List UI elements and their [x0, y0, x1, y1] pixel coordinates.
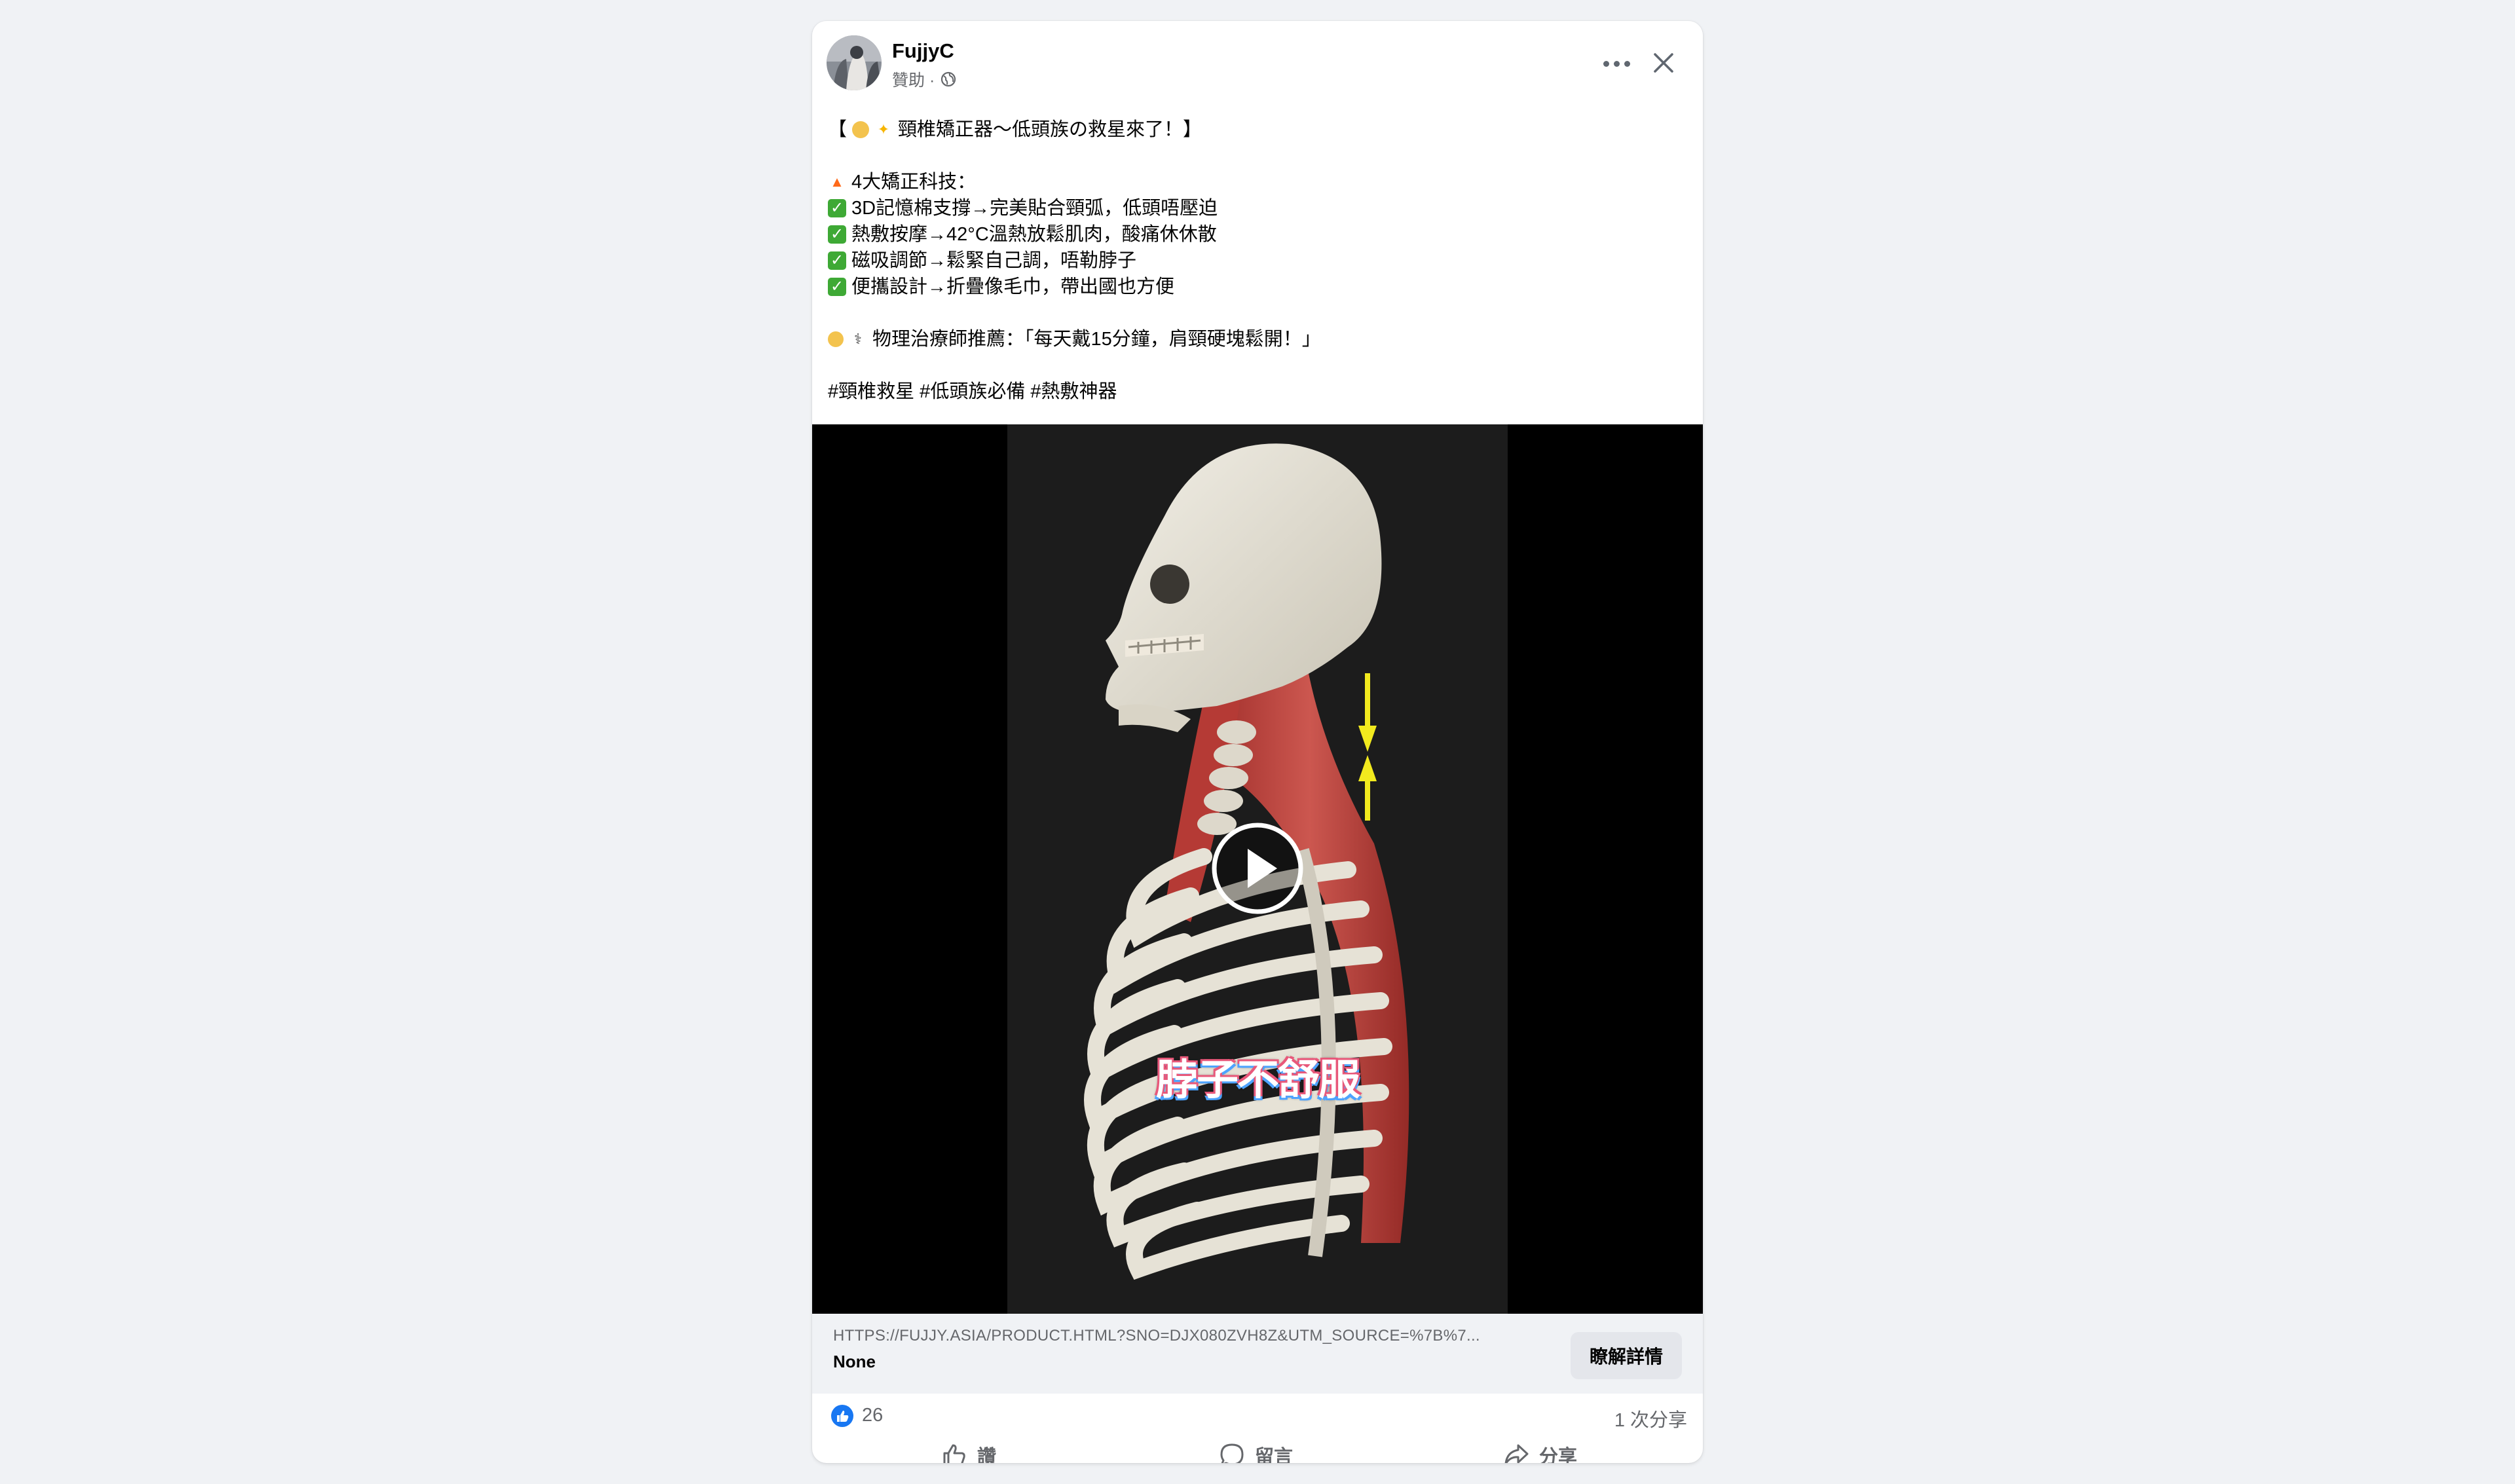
close-button[interactable]	[1645, 45, 1682, 81]
post-header: FujjyC 贊助 ·	[812, 21, 1703, 97]
link-title[interactable]: None	[833, 1352, 876, 1372]
tech-title: 4大矯正科技：	[851, 172, 977, 193]
globe-icon	[941, 71, 956, 87]
video-player[interactable]: 脖子不舒服	[812, 424, 1703, 1314]
headline-line: 【 ✦ 頸椎矯正器～低頭族の救星來了！】	[828, 117, 1686, 143]
caduceus-icon: ⚕	[854, 331, 862, 347]
sparkles-icon: ✦	[877, 121, 890, 138]
play-icon[interactable]	[1212, 823, 1303, 914]
bullet-item: ✓ 便攜設計→折疊像毛巾，帶出國也方便	[828, 274, 1686, 300]
fire-icon: ▲	[830, 174, 844, 190]
share-count[interactable]: 1 次分享	[1614, 1405, 1687, 1432]
bullet-item: ✓ 熱敷按摩→42°C溫熱放鬆肌肉，酸痛休休散	[828, 221, 1686, 248]
doctor-icon	[828, 331, 844, 347]
quote-line: ⚕ 物理治療師推薦：「每天戴15分鐘，肩頸硬塊鬆開！」	[828, 326, 1686, 352]
like-reaction-icon[interactable]	[830, 1404, 854, 1428]
reactions-summary: 26 1 次分享	[812, 1395, 1703, 1436]
link-preview[interactable]: HTTPS://FUJJY.ASIA/PRODUCT.HTML?SNO=DJX0…	[812, 1314, 1703, 1394]
hashtags[interactable]: #頸椎救星 #低頭族必備 #熱敷神器	[828, 379, 1686, 405]
post-meta: 贊助 ·	[892, 68, 957, 90]
check-icon: ✓	[828, 199, 846, 217]
bullet-item: ✓ 磁吸調節→鬆緊自己調，唔勒脖子	[828, 248, 1686, 274]
check-icon: ✓	[828, 278, 846, 296]
author-avatar[interactable]	[827, 35, 882, 90]
link-url[interactable]: HTTPS://FUJJY.ASIA/PRODUCT.HTML?SNO=DJX0…	[833, 1327, 1514, 1345]
learn-more-button[interactable]: 瞭解詳情	[1571, 1332, 1682, 1379]
reaction-count[interactable]: 26	[862, 1405, 883, 1426]
share-button[interactable]: 分享	[1502, 1436, 1577, 1463]
more-options-button[interactable]	[1597, 47, 1636, 80]
sponsored-label: 贊助 ·	[892, 71, 935, 90]
share-icon	[1504, 1444, 1529, 1463]
more-icon	[1603, 60, 1609, 67]
action-bar: 讚 留言 分享	[812, 1436, 1703, 1463]
post-message: 【 ✦ 頸椎矯正器～低頭族の救星來了！】 ▲ 4大矯正科技： ✓ 3D記憶棉支撐…	[828, 117, 1686, 405]
check-icon: ✓	[828, 225, 846, 244]
like-icon	[943, 1444, 965, 1463]
ad-post-card: FujjyC 贊助 · 【 ✦ 頸椎矯正器～低頭族の救星來了！】 ▲ 4大矯正科…	[812, 21, 1703, 1463]
like-button[interactable]: 讚	[941, 1436, 996, 1463]
person-emoji-icon	[852, 121, 870, 138]
author-name[interactable]: FujjyC	[892, 39, 954, 63]
close-icon	[1654, 53, 1673, 73]
tech-title-line: ▲ 4大矯正科技：	[828, 169, 1686, 195]
video-caption: 脖子不舒服	[1156, 1056, 1360, 1105]
bullet-item: ✓ 3D記憶棉支撐→完美貼合頸弧，低頭唔壓迫	[828, 195, 1686, 221]
comment-button[interactable]: 留言	[1218, 1436, 1293, 1463]
check-icon: ✓	[828, 251, 846, 270]
headline-text: 頸椎矯正器～低頭族の救星來了！】	[898, 119, 1202, 140]
comment-icon	[1220, 1443, 1244, 1463]
